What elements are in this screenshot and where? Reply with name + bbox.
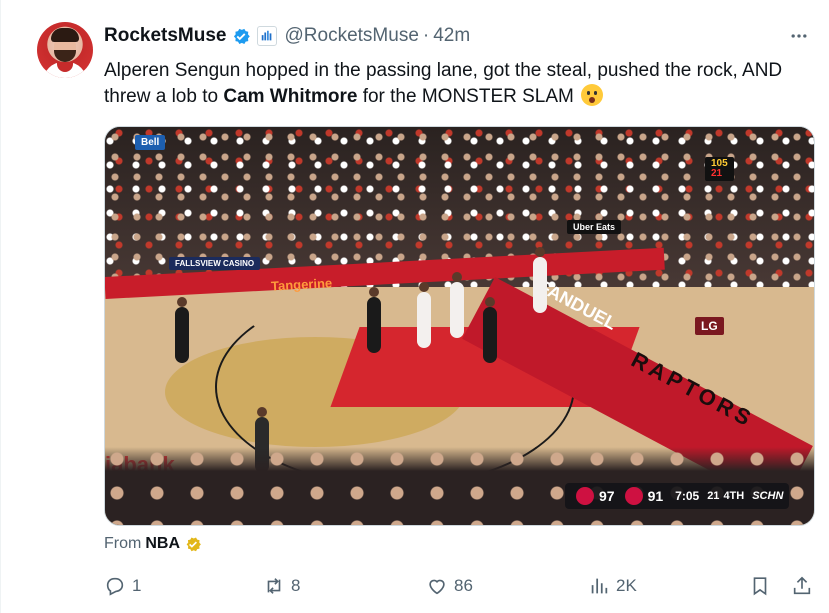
bookmark-icon — [753, 577, 767, 596]
share-icon — [793, 576, 811, 595]
more-icon[interactable] — [787, 24, 811, 48]
like-count: 86 — [454, 576, 473, 595]
quarter: 4TH — [723, 490, 745, 502]
views-count: 2K — [616, 576, 637, 595]
video-media[interactable]: FANDUEL RAPTORS Bell FALLSVIEW CASINO Ub… — [104, 126, 815, 526]
repost-button[interactable]: 8 — [263, 572, 300, 600]
avatar-hair — [51, 28, 79, 42]
reply-button[interactable]: 1 — [104, 572, 141, 600]
from-label: From — [104, 535, 142, 552]
ubereats-sign: Uber Eats — [567, 220, 622, 234]
like-button[interactable]: 86 — [426, 572, 473, 600]
views-icon — [591, 578, 608, 594]
reply-count: 1 — [132, 576, 142, 595]
action-bar: 1 8 86 2K — [1, 572, 829, 600]
player-figure — [450, 272, 464, 338]
share-button[interactable] — [791, 572, 813, 600]
player-figure — [175, 297, 189, 363]
verified-badge-icon — [231, 26, 251, 46]
avatar-beard — [54, 50, 76, 62]
affiliate-badge-icon[interactable] — [256, 26, 277, 46]
lg-sign: LG — [695, 317, 724, 335]
scorebug-shot-clock: 21 — [707, 490, 720, 502]
repost-icon — [267, 578, 281, 594]
gold-verified-icon — [184, 535, 202, 553]
away-score: 91 — [647, 488, 664, 504]
separator-dot: · — [422, 25, 430, 46]
tweet-header: RocketsMuse @RocketsMuse · 42m — [104, 24, 470, 48]
repost-count: 8 — [291, 576, 301, 595]
avatar[interactable] — [37, 22, 93, 78]
player-figure — [483, 297, 497, 363]
bell-sign: Bell — [135, 135, 166, 150]
home-score: 97 — [599, 488, 615, 504]
heart-icon — [429, 579, 445, 595]
shot-clock-display: 105 21 — [705, 157, 734, 181]
shot-clock-bottom: 21 — [711, 168, 723, 179]
fallsview-sign: FALLSVIEW CASINO — [169, 257, 261, 270]
display-name[interactable]: RocketsMuse — [104, 25, 227, 47]
user-handle[interactable]: @RocketsMuse — [285, 25, 419, 47]
reply-icon — [106, 577, 124, 596]
game-clock: 7:05 — [675, 489, 700, 503]
tangerine-sign: Tangerine — [270, 275, 333, 294]
player-figure — [367, 287, 381, 353]
timestamp[interactable]: 42m — [433, 25, 470, 47]
astonished-face-emoji — [581, 84, 604, 106]
player-figure — [533, 247, 547, 313]
source-attribution: From NBA — [104, 534, 202, 554]
mention-name: Cam Whitmore — [223, 86, 358, 107]
scorebug: 97 91 7:05 21 4TH SCHN — [565, 483, 790, 509]
tweet-text-part2: for the MONSTER SLAM — [357, 86, 574, 107]
tweet-card[interactable]: RocketsMuse @RocketsMuse · 42m Alperen S… — [0, 0, 829, 613]
bookmark-button[interactable] — [749, 572, 771, 600]
raptors-logo-icon — [624, 487, 643, 505]
rockets-logo-icon — [576, 487, 594, 505]
tweet-text: Alperen Sengun hopped in the passing lan… — [104, 58, 819, 110]
views-button[interactable]: 2K — [588, 572, 637, 600]
player-figure — [417, 282, 431, 348]
source-name[interactable]: NBA — [145, 535, 180, 553]
network-logo: SCHN — [752, 490, 784, 502]
